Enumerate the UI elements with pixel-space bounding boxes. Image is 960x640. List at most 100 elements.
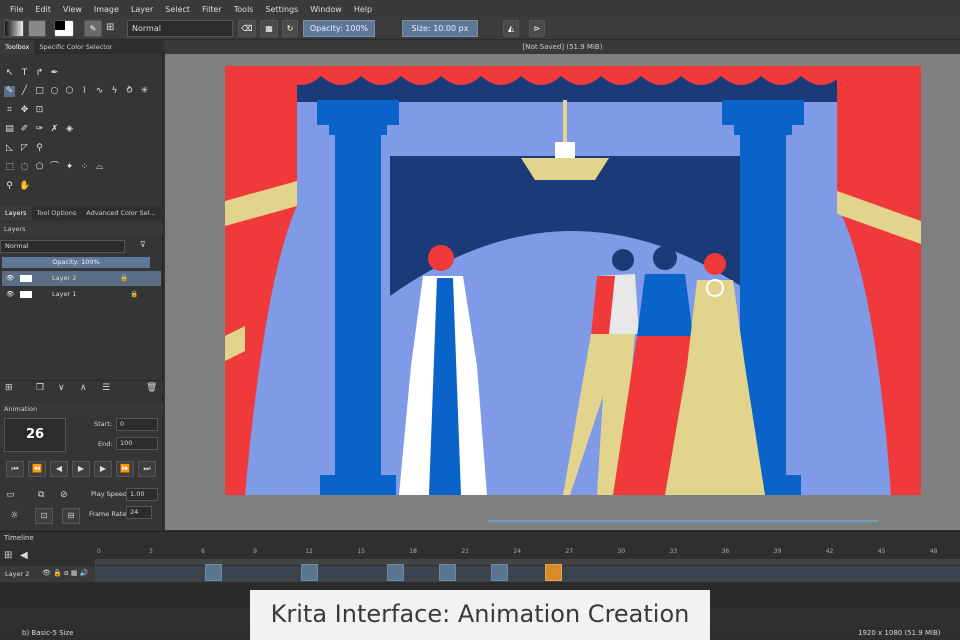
freehand-brush-icon[interactable]: ✎ [4,86,15,97]
current-frame-field[interactable]: 26 [4,418,66,452]
measure-tool-icon[interactable]: ◺ [4,143,15,154]
calligraphy-icon[interactable]: ✒ [49,68,60,79]
move-tool-icon[interactable]: ✥ [19,105,30,116]
tab-advanced-color-selector[interactable]: Advanced Color Sel... [81,206,160,220]
drop-frames-button[interactable]: ⊟ [62,508,80,524]
keyframe[interactable] [205,564,223,581]
play-speed-field[interactable]: 1.00 [126,488,158,501]
current-frame-marker[interactable] [545,564,562,581]
play-button[interactable]: ▶ [72,461,90,477]
polyline-tool-icon[interactable]: ⌇ [79,86,90,97]
visibility-eye-icon[interactable]: 👁 [6,287,14,302]
menu-select[interactable]: Select [159,5,196,14]
freehand-select-icon[interactable]: ⌒ [49,162,60,173]
visibility-eye-icon[interactable]: 👁 [6,271,14,286]
timeline-visibility-icon[interactable]: 👁 🔒 α ▦ 🔊 [42,569,88,577]
rectangle-tool-icon[interactable]: □ [34,86,45,97]
freehand-path-icon[interactable]: ϟ [109,86,120,97]
prev-frame-button[interactable]: ◀ [50,461,68,477]
gradient-selector[interactable] [4,20,24,37]
first-frame-button[interactable]: ⏮ [6,461,24,477]
last-frame-button[interactable]: ⏭ [138,461,156,477]
auto-frame-button[interactable]: ⊡ [35,508,53,524]
layer-lock-icon[interactable]: 🔒 [120,271,128,286]
alpha-lock-icon[interactable]: ▦ [260,20,278,37]
grid-icon[interactable]: ⊞ [106,20,120,37]
assistant-tool-icon[interactable]: ◸ [19,143,30,154]
start-field[interactable]: 0 [116,418,158,431]
gradient-tool-icon[interactable]: ▤ [4,124,15,135]
menu-image[interactable]: Image [88,5,125,14]
duplicate-layer-icon[interactable]: ❐ [36,383,44,393]
layer-properties-icon[interactable]: ☰ [102,383,110,393]
line-tool-icon[interactable]: ╱ [19,86,30,97]
polygon-tool-icon[interactable]: ⬡ [64,86,75,97]
menu-window[interactable]: Window [304,5,348,14]
move-down-icon[interactable]: ∨ [58,383,65,393]
colorize-mask-icon[interactable]: ✑ [34,124,45,135]
reference-images-icon[interactable]: ⚲ [34,143,45,154]
menu-layer[interactable]: Layer [125,5,159,14]
select-shapes-icon[interactable]: ↖ [4,68,15,79]
prev-keyframe-button[interactable]: ⏪ [28,461,46,477]
mirror-horizontal-icon[interactable]: ◭ [503,20,519,37]
menu-view[interactable]: View [57,5,88,14]
bezier-select-icon[interactable]: ⌓ [94,162,105,173]
menu-edit[interactable]: Edit [29,5,57,14]
multibrush-icon[interactable]: ✳ [139,86,150,97]
next-keyframe-button[interactable]: ⏩ [116,461,134,477]
size-slider[interactable]: Size: 10.00 px [402,20,478,37]
zoom-tool-icon[interactable]: ⚲ [4,181,15,192]
layer-row-2[interactable]: 👁 Layer 2 🔒 [2,271,161,286]
menu-settings[interactable]: Settings [259,5,304,14]
mirror-vertical-icon[interactable]: ⊳ [529,20,545,37]
artwork-canvas[interactable] [225,66,921,495]
ellipse-select-icon[interactable]: ◌ [19,162,30,173]
fill-tool-icon[interactable]: ◈ [64,124,75,135]
tab-tool-options[interactable]: Tool Options [32,206,82,220]
layer-blend-select[interactable]: Normal [0,240,125,253]
opacity-slider[interactable]: Opacity: 100% [303,20,375,37]
menu-file[interactable]: File [4,5,29,14]
polygon-select-icon[interactable]: ⬠ [34,162,45,173]
delete-layer-icon[interactable]: 🗑 [146,383,157,393]
transform-tool-icon[interactable]: ⊡ [34,105,45,116]
timeline-track[interactable] [95,566,960,582]
layer-row-1[interactable]: 👁 Layer 1 🔒 [2,287,161,302]
duplicate-frame-icon[interactable]: ⧉ [38,490,44,500]
next-frame-button[interactable]: ▶ [94,461,112,477]
tab-layers[interactable]: Layers [0,206,32,220]
smart-patch-icon[interactable]: ✗ [49,124,60,135]
add-frame-icon[interactable]: ▭ [6,490,15,500]
audio-icon[interactable]: ◀ [20,550,28,561]
contiguous-select-icon[interactable]: ✦ [64,162,75,173]
add-layer-icon[interactable]: ⊞ [5,383,13,393]
color-picker-icon[interactable]: ✐ [19,124,30,135]
reload-icon[interactable]: ↻ [282,20,298,37]
pan-tool-icon[interactable]: ✋ [19,181,30,192]
keyframe[interactable] [491,564,509,581]
text-tool-icon[interactable]: T [19,68,30,79]
eraser-icon[interactable]: ⌫ [238,20,256,37]
tab-toolbox[interactable]: Toolbox [0,40,35,54]
rect-select-icon[interactable]: ⬚ [4,162,15,173]
horizontal-scrollbar[interactable] [488,520,878,522]
timeline-layer-header[interactable]: Layer 2 👁 🔒 α ▦ 🔊 [0,566,95,582]
add-timeline-layer-icon[interactable]: ⊞ [4,550,12,561]
onion-skin-icon[interactable]: ☼ [10,510,19,521]
layer-lock-icon[interactable]: 🔒 [130,287,138,302]
edit-shapes-icon[interactable]: ↱ [34,68,45,79]
brush-preset-icon[interactable]: ✎ [84,20,102,37]
frame-ruler[interactable] [95,559,960,565]
pattern-selector[interactable] [28,20,46,37]
color-swatch[interactable] [54,20,74,37]
filter-icon[interactable]: ⊽ [140,240,146,249]
keyframe[interactable] [439,564,457,581]
tab-specific-color-selector[interactable]: Specific Color Selector [34,40,117,54]
delete-frame-icon[interactable]: ⊘ [60,490,68,500]
bezier-tool-icon[interactable]: ∿ [94,86,105,97]
keyframe[interactable] [300,564,318,581]
end-field[interactable]: 100 [116,437,158,450]
similar-select-icon[interactable]: ⁘ [79,162,90,173]
ellipse-tool-icon[interactable]: ○ [49,86,60,97]
